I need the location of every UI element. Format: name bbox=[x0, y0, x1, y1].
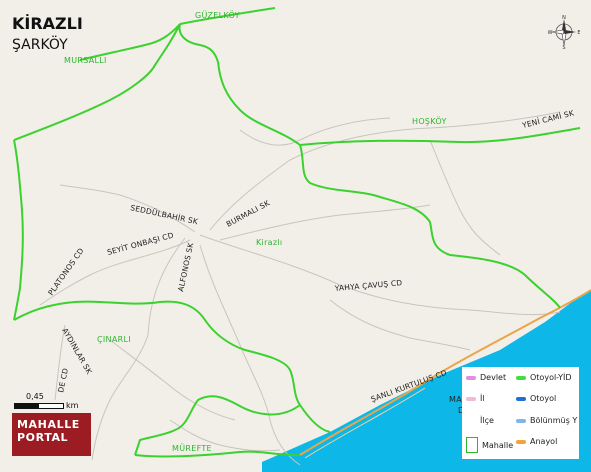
place-mahalle-partial-1: MA bbox=[449, 395, 462, 404]
legend-item-il: İl bbox=[466, 394, 485, 403]
legend-swatch-otoyol-yid bbox=[516, 375, 526, 380]
legend-label-anayol: Anayol bbox=[530, 437, 558, 446]
legend-label-ilce: İlçe bbox=[480, 416, 494, 425]
place-hoskoy: HOŞKÖY bbox=[412, 116, 447, 126]
compass-s: S bbox=[562, 45, 565, 49]
legend-item-anayol: Anayol bbox=[516, 437, 557, 446]
legend-label-bolunmus-yol: Bölünmüş Y bbox=[530, 416, 578, 425]
place-guzelkoy: GÜZELKÖY bbox=[195, 10, 240, 20]
place-kirazli: Kirazlı bbox=[256, 238, 282, 247]
legend-swatch-otoyol bbox=[516, 396, 526, 401]
scale-bar: 0,45 km bbox=[14, 392, 86, 412]
map-canvas[interactable]: GÜZELKÖY MURSALLI HOŞKÖY Kirazlı ÇINARLI… bbox=[0, 0, 591, 472]
legend-item-ilce: İlçe bbox=[466, 416, 494, 425]
compass-rose-icon: N S E W bbox=[548, 15, 580, 49]
legend-swatch-il bbox=[466, 396, 476, 401]
mahalle-portal-logo[interactable]: MAHALLE PORTAL bbox=[12, 413, 91, 456]
compass-w: W bbox=[548, 30, 553, 36]
legend-item-mahalle: Mahalle bbox=[466, 437, 513, 453]
logo-line-2: PORTAL bbox=[17, 431, 69, 444]
legend-swatch-mahalle bbox=[466, 437, 478, 453]
legend-swatch-bolunmus-yol bbox=[516, 418, 526, 423]
legend-label-otoyol-yid: Otoyol-YİD bbox=[530, 373, 572, 382]
map-subtitle: ŞARKÖY bbox=[12, 37, 68, 53]
place-murefte: MÜREFTE bbox=[172, 443, 212, 453]
map-title: KİRAZLI bbox=[12, 14, 83, 33]
legend-item-otoyol-yid: Otoyol-YİD bbox=[516, 373, 572, 382]
compass-n: N bbox=[562, 15, 566, 21]
legend-item-otoyol: Otoyol bbox=[516, 394, 556, 403]
legend-swatch-ilce bbox=[466, 419, 476, 423]
legend-swatch-devlet bbox=[466, 375, 476, 380]
legend-label-mahalle: Mahalle bbox=[482, 440, 514, 450]
compass-e: E bbox=[577, 30, 580, 36]
legend-item-bolunmus-yol: Bölünmüş Y bbox=[516, 416, 577, 425]
map-legend: Devlet Otoyol-YİD İl Otoyol İlçe Bölünmü… bbox=[462, 367, 579, 459]
place-mursalli: MURSALLI bbox=[64, 56, 107, 65]
legend-item-devlet: Devlet bbox=[466, 373, 506, 382]
scale-unit: km bbox=[66, 401, 79, 410]
place-cinarli: ÇINARLI bbox=[97, 335, 131, 344]
scale-value: 0,45 bbox=[26, 392, 44, 401]
scale-bar-graphic bbox=[14, 403, 64, 409]
legend-swatch-anayol bbox=[516, 439, 526, 444]
legend-label-otoyol: Otoyol bbox=[530, 394, 557, 403]
logo-line-1: MAHALLE bbox=[17, 418, 80, 431]
legend-label-il: İl bbox=[480, 394, 485, 403]
legend-label-devlet: Devlet bbox=[480, 373, 507, 382]
